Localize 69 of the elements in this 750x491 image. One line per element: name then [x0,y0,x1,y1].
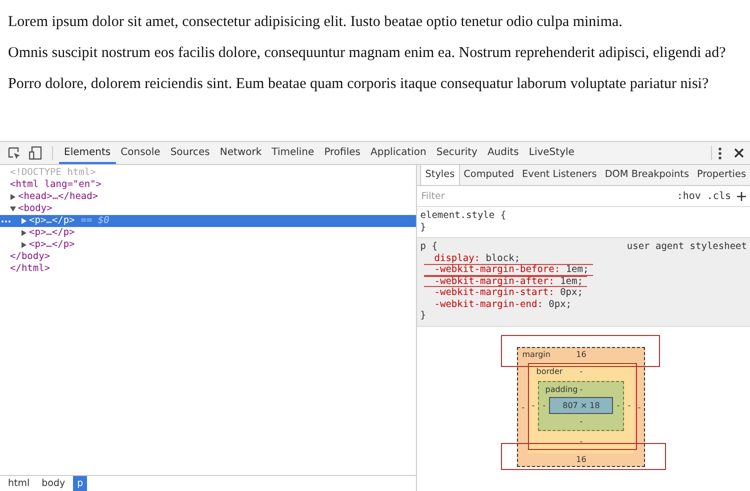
inspect-icon[interactable] [8,146,21,160]
css-declaration: -webkit-margin-after: 1em; [424,276,587,287]
dom-node[interactable]: <p>…</p> [0,239,416,251]
css-declaration: -webkit-margin-start: 0px; [433,287,584,298]
sidebar-tab[interactable]: Styles [420,165,460,185]
panel-tab[interactable]: Elements [59,142,116,164]
css-selector: element.style { [420,210,506,222]
dom-node[interactable]: <p>…</p> == $0 [0,215,416,227]
box-value: - [530,401,536,410]
box-value: - [580,384,583,394]
box-value: - [616,400,621,410]
box-label: padding [544,384,579,394]
closing-brace: } [420,310,427,322]
css-declaration: -webkit-margin-end: 0px; [433,298,573,310]
breadcrumb[interactable]: body [38,476,70,491]
sidebar-tab[interactable]: DOM Breakpoints [600,165,694,185]
panel-tab[interactable]: LiveStyle [524,142,580,164]
breadcrumb[interactable]: html [4,476,34,491]
dom-node[interactable]: </body> [0,251,416,263]
collapsed-triangle-icon[interactable] [21,218,27,224]
panel-tab[interactable]: Timeline [266,142,320,164]
paragraph: Omnis suscipit nostrum eos facilis dolore, consequuntur magnam enim ea. Nostrum reprehenderit adipisci, eligendi ad? [8,44,727,62]
panel-tab[interactable]: Security [431,142,482,164]
add-icon[interactable] [737,192,746,200]
box-value: - [542,400,547,410]
close-icon[interactable] [734,148,744,158]
content-box: 807 × 18 [549,396,614,414]
sidebar-tab[interactable]: Computed [460,165,518,185]
css-declaration: display: block; [433,252,522,264]
class-button[interactable]: .cls [706,190,731,202]
sidebar-tab[interactable]: Properties [693,165,750,185]
box-label: margin [521,350,552,359]
filter-field[interactable]: Filter [421,190,671,202]
dom-node[interactable]: <p>…</p> [0,227,416,239]
dom-node[interactable]: </html> [0,263,416,275]
panel-tab[interactable]: Network [214,142,267,164]
panel-tab[interactable]: Sources [165,142,215,164]
more-icon[interactable] [718,146,722,160]
box-value: - [580,437,583,446]
paragraph: Lorem ipsum dolor sit amet, consectetur adipisicing elit. Iusto beatae optio tenetur odio culpa minima. [8,13,624,31]
box-value: 16 [576,350,586,359]
breadcrumb[interactable]: p [73,476,88,491]
collapsed-triangle-icon[interactable] [21,242,27,248]
dom-node[interactable]: <body> [0,203,416,215]
panel-tab[interactable]: Application [366,142,432,164]
box-value: 16 [576,454,586,464]
box-value: - [520,402,526,412]
collapsed-triangle-icon[interactable] [10,194,16,200]
css-declaration: -webkit-margin-before: 1em; [424,264,593,276]
panel-tab[interactable]: Audits [482,142,524,164]
css-selector: p { [420,241,438,252]
more-icon[interactable] [1,220,11,222]
collapsed-triangle-icon[interactable] [21,230,27,236]
panel-tab[interactable]: Profiles [319,142,366,164]
sidebar-tab[interactable]: Event Listeners [518,165,601,185]
panel-tab[interactable]: Console [116,142,166,164]
device-icon[interactable] [29,146,42,160]
box-value: - [580,417,583,426]
dom-node[interactable]: <html lang="en"> [0,179,416,191]
box-value: - [636,402,642,412]
box-value: - [626,401,632,410]
hover-state-button[interactable]: :hov [676,190,701,202]
dom-node[interactable]: <head>…</head> [0,191,416,203]
paragraph: Porro dolore, dolorem reiciendis sint. Eum beatae quam corporis itaque consequatur laborum voluptate pariatur nisi? [8,75,710,93]
expanded-triangle-icon[interactable] [10,206,16,212]
box-value: - [580,366,583,376]
closing-brace: } [420,222,427,233]
box-label: border [535,366,564,376]
rule-source: user agent stylesheet [626,241,747,252]
